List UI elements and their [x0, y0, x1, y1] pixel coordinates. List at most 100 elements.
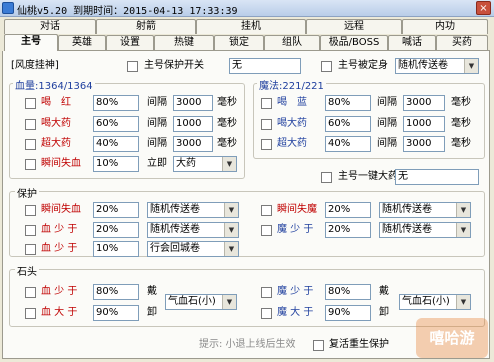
stone-left-2-threshold[interactable]: 90%	[93, 305, 139, 321]
stone-left-select[interactable]: 气血石(小) ▼	[165, 294, 237, 310]
mp-big-potion-threshold[interactable]: 60%	[325, 116, 371, 132]
protect-right-1-select[interactable]: 随机传送卷 ▼	[379, 202, 471, 218]
protect-left-1-threshold[interactable]: 20%	[93, 202, 139, 218]
tab-hero[interactable]: 英雄	[58, 35, 106, 50]
hp-super-potion-checkbox[interactable]	[25, 139, 36, 150]
tab-ranged[interactable]: 远程	[306, 19, 402, 34]
tab-archery[interactable]: 射箭	[96, 19, 196, 34]
mp-potion-interval[interactable]: 3000	[403, 95, 445, 111]
tab-lock[interactable]: 锁定	[214, 35, 264, 50]
mp-potion-checkbox[interactable]	[261, 98, 272, 109]
one-key-input[interactable]: 无	[395, 169, 479, 185]
tab-buy-potion[interactable]: 买药	[436, 35, 488, 50]
protect-left-2-label: 血 少 于	[41, 224, 78, 235]
hp-potion-label: 喝 红	[41, 97, 71, 108]
revive-label: 复活重生保护	[329, 339, 389, 350]
main-protect-checkbox[interactable]	[127, 61, 138, 72]
mp-big-potion-interval[interactable]: 1000	[403, 116, 445, 132]
stone-left-1-checkbox[interactable]	[25, 287, 36, 298]
chevron-down-icon: ▼	[456, 223, 470, 237]
protect-right-1-label: 瞬间失魔	[277, 204, 317, 215]
main-panel: [风度挂神] 主号保护开关 无 主号被定身 随机传送卷 ▼ 血量:1364/13…	[2, 51, 490, 359]
stone-right-1-threshold[interactable]: 80%	[325, 284, 371, 300]
main-protect-input[interactable]: 无	[229, 58, 301, 74]
stone-left-2-label: 血 大 于	[41, 307, 78, 318]
hp-instant-loss-select[interactable]: 大药 ▼	[173, 156, 237, 172]
mp-big-potion-label: 喝大药	[277, 118, 307, 129]
chevron-down-icon: ▼	[456, 295, 470, 309]
hp-instant-loss-checkbox[interactable]	[25, 159, 36, 170]
stone-left-2-checkbox[interactable]	[25, 308, 36, 319]
stone-right-2-action: 卸	[379, 307, 389, 318]
mp-potion-label: 喝 蓝	[277, 97, 307, 108]
protect-left-2-threshold[interactable]: 20%	[93, 222, 139, 238]
hp-potion-checkbox[interactable]	[25, 98, 36, 109]
protect-right-2-checkbox[interactable]	[261, 225, 272, 236]
hp-super-potion-interval-label: 间隔	[147, 138, 167, 149]
protect-right-2-threshold[interactable]: 20%	[325, 222, 371, 238]
protect-right-1-checkbox[interactable]	[261, 205, 272, 216]
protect-left-3-checkbox[interactable]	[25, 244, 36, 255]
tab-inner-power[interactable]: 内功	[402, 19, 488, 34]
protect-left-1-checkbox[interactable]	[25, 205, 36, 216]
main-locked-label: 主号被定身	[338, 60, 388, 71]
stone-right-select[interactable]: 气血石(小) ▼	[399, 294, 471, 310]
protect-right-2-select-value: 随机传送卷	[382, 224, 432, 235]
main-locked-checkbox[interactable]	[321, 61, 332, 72]
mp-super-potion-checkbox[interactable]	[261, 139, 272, 150]
mp-potion-threshold[interactable]: 80%	[325, 95, 371, 111]
stone-group-title: 石头	[15, 263, 39, 278]
mp-super-potion-interval[interactable]: 3000	[403, 136, 445, 152]
hp-super-potion-threshold[interactable]: 40%	[93, 136, 139, 152]
protect-left-3-select[interactable]: 行会回城卷 ▼	[147, 241, 239, 257]
hp-super-potion-interval[interactable]: 3000	[173, 136, 213, 152]
close-button[interactable]: ×	[476, 1, 491, 15]
hp-big-potion-threshold[interactable]: 60%	[93, 116, 139, 132]
protect-right-2-select[interactable]: 随机传送卷 ▼	[379, 222, 471, 238]
chevron-down-icon: ▼	[456, 203, 470, 217]
tab-dialog[interactable]: 对话	[4, 19, 96, 34]
one-key-checkbox[interactable]	[321, 172, 332, 183]
tab-main[interactable]: 主号	[4, 34, 58, 51]
main-locked-select-value: 随机传送卷	[398, 60, 448, 71]
mp-big-potion-checkbox[interactable]	[261, 119, 272, 130]
mp-big-potion-interval-label: 间隔	[377, 118, 397, 129]
stone-right-1-action: 戴	[379, 286, 389, 297]
footer-hint: 提示: 小退上线后生效	[199, 339, 296, 350]
hp-big-potion-checkbox[interactable]	[25, 119, 36, 130]
protect-left-3-threshold[interactable]: 10%	[93, 241, 139, 257]
chevron-down-icon: ▼	[224, 223, 238, 237]
tab-rare-boss[interactable]: 极品/BOSS	[320, 35, 388, 50]
protect-left-1-select-value: 随机传送卷	[150, 204, 200, 215]
protect-left-2-select[interactable]: 随机传送卷 ▼	[147, 222, 239, 238]
mp-super-potion-threshold[interactable]: 40%	[325, 136, 371, 152]
hp-group-title: 血量:1364/1364	[13, 77, 95, 92]
tab-settings[interactable]: 设置	[106, 35, 154, 50]
tab-auto-farm[interactable]: 挂机	[196, 19, 306, 34]
stone-right-2-checkbox[interactable]	[261, 308, 272, 319]
hp-instant-loss-threshold[interactable]: 10%	[93, 156, 139, 172]
protect-left-1-select[interactable]: 随机传送卷 ▼	[147, 202, 239, 218]
hp-potion-threshold[interactable]: 80%	[93, 95, 139, 111]
protect-right-1-threshold[interactable]: 20%	[325, 202, 371, 218]
tab-hotkeys[interactable]: 热键	[154, 35, 214, 50]
main-locked-select[interactable]: 随机传送卷 ▼	[395, 58, 479, 74]
hp-instant-loss-label: 瞬间失血	[41, 158, 81, 169]
chevron-down-icon: ▼	[222, 295, 236, 309]
hp-super-potion-unit: 毫秒	[217, 138, 237, 149]
hp-big-potion-interval[interactable]: 1000	[173, 116, 213, 132]
protect-left-2-checkbox[interactable]	[25, 225, 36, 236]
stone-right-1-checkbox[interactable]	[261, 287, 272, 298]
hp-potion-interval[interactable]: 3000	[173, 95, 213, 111]
tab-shout[interactable]: 喊话	[388, 35, 436, 50]
stone-left-1-threshold[interactable]: 80%	[93, 284, 139, 300]
tab-party[interactable]: 组队	[264, 35, 320, 50]
header-group-title: [风度挂神]	[11, 60, 59, 71]
protect-left-3-select-value: 行会回城卷	[150, 243, 200, 254]
stone-right-1-label: 魔 少 于	[277, 286, 314, 297]
protect-left-2-select-value: 随机传送卷	[150, 224, 200, 235]
title-bar: 仙桃v5.20 到期时间：2015-04-13 17:33:39 ×	[0, 0, 494, 17]
mp-big-potion-unit: 毫秒	[451, 118, 471, 129]
stone-right-2-threshold[interactable]: 90%	[325, 305, 371, 321]
revive-checkbox[interactable]	[313, 340, 324, 351]
